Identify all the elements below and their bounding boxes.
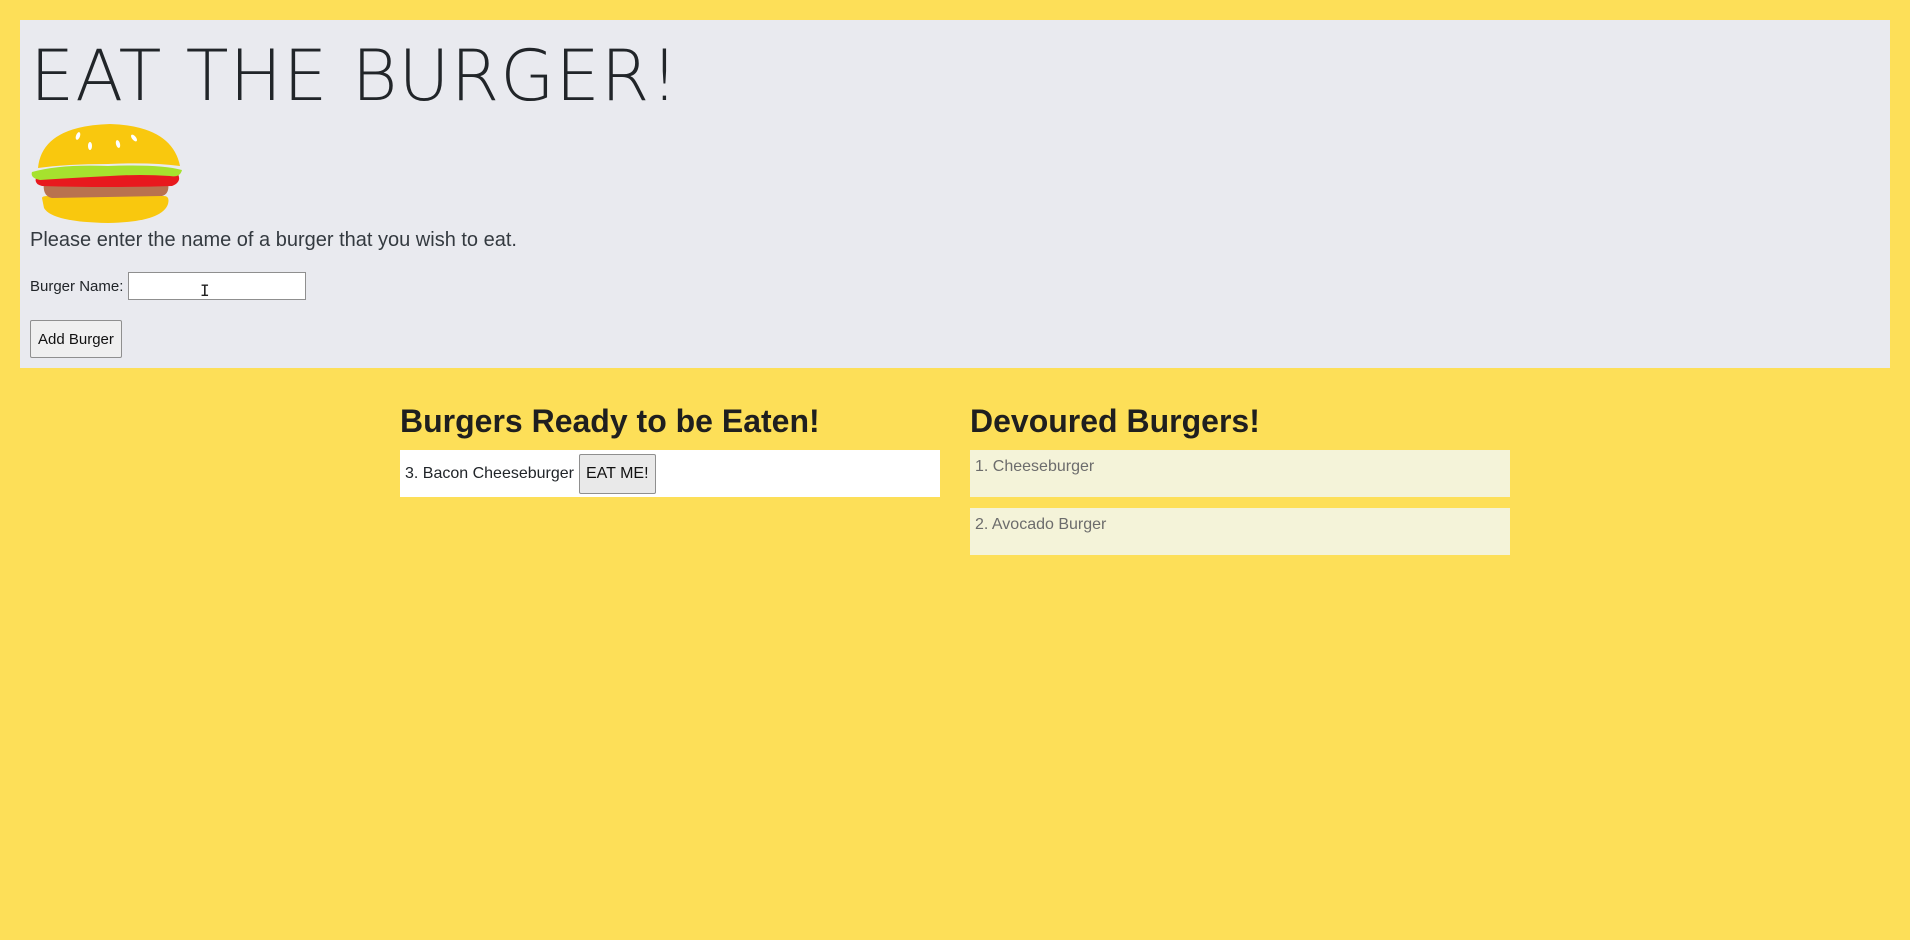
devoured-burgers-heading: Devoured Burgers! [970,403,1260,439]
header-jumbotron: EAT THE BURGER! Please enter the name of… [20,20,1890,368]
ready-burgers-column: Burgers Ready to be Eaten! 3. Bacon Chee… [400,400,940,497]
burger-form: Burger Name: [30,272,1880,300]
burger-name-input[interactable] [128,272,307,300]
burger-name-label: Burger Name: [30,277,124,295]
burger-icon [31,124,182,223]
devoured-burgers-column: Devoured Burgers! 1. Cheeseburger 2. Avo… [970,400,1510,566]
page-title: EAT THE BURGER! [30,35,680,117]
list-item: 1. Cheeseburger [970,450,1510,497]
eat-me-button[interactable]: EAT ME! [579,453,656,494]
ready-burgers-heading: Burgers Ready to be Eaten! [400,403,820,439]
add-burger-button[interactable]: Add Burger [30,320,122,358]
ready-burger-label: 3. Bacon Cheeseburger [405,464,574,482]
text-cursor-icon: I [200,281,210,300]
list-item: 2. Avocado Burger [970,508,1510,555]
instructions-text: Please enter the name of a burger that y… [30,229,517,251]
list-item: 3. Bacon Cheeseburger EAT ME! [400,450,940,497]
